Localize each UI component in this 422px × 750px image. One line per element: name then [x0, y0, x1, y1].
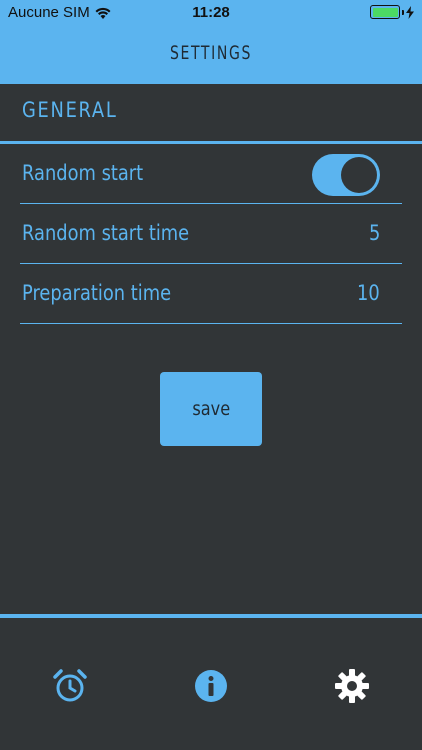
random-start-label: Random start [22, 161, 144, 185]
tab-bar [0, 618, 422, 750]
gear-icon [335, 669, 369, 703]
status-time: 11:28 [192, 4, 230, 21]
setting-row-preparation-time[interactable]: Preparation time 10 [20, 264, 402, 324]
alarm-clock-icon [53, 669, 87, 702]
preparation-time-label: Preparation time [22, 281, 172, 305]
save-button-label: save [192, 398, 230, 420]
app-header: Aucune SIM 11:28 SETTINGS [0, 0, 422, 84]
tab-info[interactable] [191, 666, 231, 706]
random-start-time-value[interactable]: 5 [369, 221, 380, 245]
page-title: SETTINGS [169, 42, 253, 64]
save-button[interactable]: save [160, 372, 262, 446]
bolt-icon [406, 5, 414, 19]
battery-icon [370, 5, 414, 19]
tab-timer[interactable] [50, 666, 90, 706]
status-bar: Aucune SIM 11:28 [0, 0, 422, 26]
info-icon [195, 670, 227, 702]
preparation-time-value[interactable]: 10 [357, 281, 380, 305]
tab-settings[interactable] [332, 666, 372, 706]
random-start-time-label: Random start time [22, 221, 190, 245]
toggle-knob [341, 157, 377, 193]
setting-row-random-start: Random start [20, 144, 402, 204]
setting-row-random-start-time[interactable]: Random start time 5 [20, 204, 402, 264]
section-title-general: GENERAL [22, 98, 118, 122]
random-start-toggle[interactable] [312, 154, 380, 196]
